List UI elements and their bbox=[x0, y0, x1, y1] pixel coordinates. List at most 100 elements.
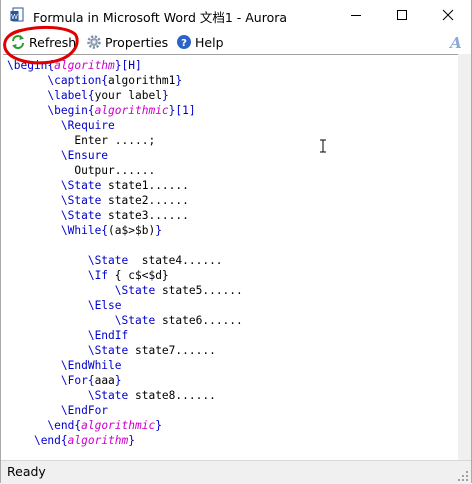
maximize-icon bbox=[397, 10, 407, 20]
code-line[interactable]: \State state6...... bbox=[7, 313, 243, 328]
code-text: Enter .....; bbox=[7, 134, 156, 147]
code-line[interactable]: \State state7...... bbox=[7, 343, 243, 358]
vertical-scrollbar[interactable] bbox=[458, 54, 471, 460]
code-line[interactable]: \Else bbox=[7, 298, 243, 313]
code-line[interactable]: \State state8...... bbox=[7, 388, 243, 403]
latex-command: \State bbox=[60, 194, 102, 207]
latex-environment: algorithm bbox=[67, 434, 129, 447]
latex-editor[interactable]: \begin{algorithm}[H] \caption{algorithm1… bbox=[3, 54, 459, 461]
code-line[interactable]: \end{algorithm} bbox=[7, 433, 243, 448]
minimize-button[interactable] bbox=[333, 0, 379, 30]
latex-command: \Require bbox=[60, 119, 115, 132]
code-line[interactable]: \begin{algorithm}[H] bbox=[7, 58, 243, 73]
refresh-button[interactable]: Refresh bbox=[10, 32, 76, 52]
code-line[interactable]: \EndIf bbox=[7, 328, 243, 343]
code-text: { c$<$d} bbox=[108, 269, 169, 282]
latex-command: \Else bbox=[87, 299, 122, 312]
code-text: state2...... bbox=[101, 194, 189, 207]
latex-command: \begin{ bbox=[47, 104, 95, 117]
resize-grip-icon[interactable] bbox=[457, 470, 469, 482]
code-line[interactable]: \EndFor bbox=[7, 403, 243, 418]
latex-command: } bbox=[128, 434, 136, 447]
code-line[interactable]: \State state4...... bbox=[7, 253, 243, 268]
code-line[interactable]: \State state3...... bbox=[7, 208, 243, 223]
code-line[interactable]: \State state5...... bbox=[7, 283, 243, 298]
help-button[interactable]: ? Help bbox=[176, 32, 224, 52]
latex-command: }[1] bbox=[168, 104, 196, 117]
code-text: (a$>$b) bbox=[108, 224, 156, 237]
refresh-icon bbox=[12, 35, 24, 49]
latex-command: \While{ bbox=[60, 224, 109, 237]
code-line[interactable]: \State state1...... bbox=[7, 178, 243, 193]
code-text: Outpur...... bbox=[7, 164, 156, 177]
latex-command: \State bbox=[87, 344, 129, 357]
maximize-button[interactable] bbox=[379, 0, 425, 30]
status-bar: Ready bbox=[1, 460, 471, 484]
code-line[interactable]: \end{algorithmic} bbox=[7, 418, 243, 433]
code-line[interactable]: \State state2...... bbox=[7, 193, 243, 208]
close-icon bbox=[442, 9, 454, 21]
status-text: Ready bbox=[7, 464, 46, 479]
minimize-icon bbox=[351, 15, 361, 16]
latex-command: \State bbox=[114, 314, 156, 327]
latex-command: \Ensure bbox=[60, 149, 109, 162]
code-text: state7...... bbox=[128, 344, 216, 357]
code-text: aaa bbox=[94, 374, 115, 387]
svg-text:A: A bbox=[448, 34, 462, 51]
latex-command: } bbox=[161, 89, 169, 102]
code-line[interactable]: \For{aaa} bbox=[7, 373, 243, 388]
svg-text:W: W bbox=[11, 13, 18, 21]
code-text: state3...... bbox=[101, 209, 189, 222]
latex-environment: algorithm bbox=[54, 59, 115, 72]
aurora-window: W Formula in Microsoft Word 文档1 - Aurora… bbox=[0, 0, 472, 484]
close-button[interactable] bbox=[425, 0, 471, 30]
code-line[interactable]: \If { c$<$d} bbox=[7, 268, 243, 283]
properties-button[interactable]: Properties bbox=[86, 32, 168, 52]
help-icon: ? bbox=[177, 35, 191, 49]
code-line[interactable]: \Require bbox=[7, 118, 243, 133]
code-line[interactable]: \While{(a$>$b)} bbox=[7, 223, 243, 238]
code-line[interactable]: \begin{algorithmic}[1] bbox=[7, 103, 243, 118]
latex-environment: algorithmic bbox=[81, 419, 156, 432]
code-text: state8...... bbox=[128, 389, 216, 402]
latex-command: \State bbox=[87, 389, 129, 402]
latex-command: \begin{ bbox=[7, 59, 55, 72]
code-line[interactable]: \caption{algorithm1} bbox=[7, 73, 243, 88]
latex-command: } bbox=[155, 419, 162, 432]
latex-command: \end{ bbox=[47, 419, 82, 432]
italic-a-icon[interactable]: A bbox=[447, 33, 465, 51]
latex-command: } bbox=[114, 374, 122, 387]
code-line[interactable] bbox=[7, 238, 243, 253]
latex-command: \State bbox=[60, 179, 102, 192]
title-bar[interactable]: W Formula in Microsoft Word 文档1 - Aurora bbox=[1, 0, 471, 30]
window-title: Formula in Microsoft Word 文档1 - Aurora bbox=[33, 10, 288, 25]
latex-command: \label{ bbox=[47, 89, 95, 102]
code-line[interactable]: Enter .....; bbox=[7, 133, 243, 148]
code-content[interactable]: \begin{algorithm}[H] \caption{algorithm1… bbox=[7, 58, 243, 448]
code-text: state5...... bbox=[155, 284, 243, 297]
code-line[interactable]: \label{your label} bbox=[7, 88, 243, 103]
code-text: your label bbox=[94, 89, 162, 102]
code-line[interactable]: \EndWhile bbox=[7, 358, 243, 373]
code-line[interactable]: \Ensure bbox=[7, 148, 243, 163]
word-document-icon: W bbox=[10, 7, 24, 22]
code-text: state6...... bbox=[155, 314, 243, 327]
latex-command: \end{ bbox=[33, 434, 68, 447]
code-line[interactable]: Outpur...... bbox=[7, 163, 243, 178]
